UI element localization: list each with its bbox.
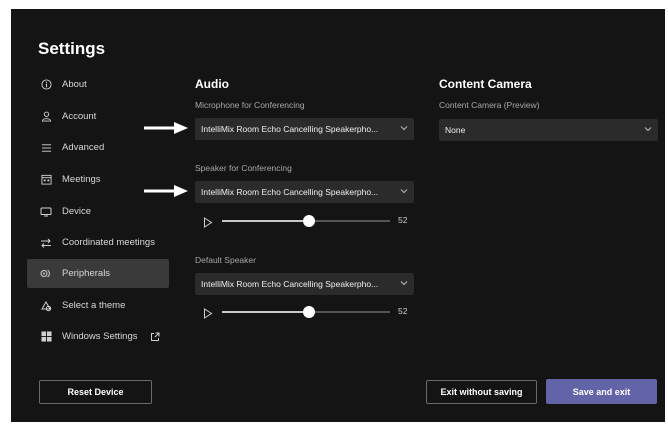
slider-fill [222, 220, 310, 222]
default-speaker-label: Default Speaker [195, 255, 256, 265]
sidebar-item-label: Peripherals [62, 268, 111, 279]
swap-arrows-icon [38, 238, 54, 248]
audio-heading: Audio [195, 77, 229, 91]
play-test-sound-icon[interactable] [203, 215, 213, 233]
slider-thumb[interactable] [303, 215, 316, 227]
default-speaker-volume-row: 52 [203, 304, 418, 320]
sidebar-item-label: About [62, 79, 87, 90]
exit-without-saving-button[interactable]: Exit without saving [426, 380, 537, 404]
info-icon [38, 79, 54, 90]
sidebar-item-coordinated-meetings[interactable]: Coordinated meetings [27, 228, 169, 257]
person-icon [38, 111, 54, 122]
sidebar-item-peripherals[interactable]: Peripherals [27, 259, 169, 288]
sidebar-item-label: Device [62, 206, 92, 217]
content-camera-select-value: None [445, 125, 466, 135]
annotation-arrow-icon [144, 185, 188, 197]
content-camera-select[interactable]: None [439, 119, 658, 141]
sidebar-item-select-theme[interactable]: Select a theme [27, 291, 169, 320]
sidebar-item-about[interactable]: About [27, 70, 169, 99]
chevron-down-icon [644, 125, 652, 135]
save-and-exit-button[interactable]: Save and exit [546, 379, 657, 404]
reset-device-button[interactable]: Reset Device [39, 380, 152, 404]
sidebar-item-label: Coordinated meetings [62, 237, 155, 248]
speaker-volume-row: 52 [203, 213, 418, 229]
slider-thumb[interactable] [303, 306, 316, 318]
speaker-volume-slider[interactable] [222, 215, 390, 227]
external-link-icon [150, 332, 160, 342]
page-title: Settings [38, 39, 106, 58]
monitor-icon [38, 207, 54, 217]
speaker-label: Speaker for Conferencing [195, 163, 292, 173]
microphone-select-value: IntelliMix Room Echo Cancelling Speakerp… [201, 124, 379, 134]
peripherals-icon [38, 268, 54, 279]
settings-window: Settings About Account Advanced Meetings… [11, 9, 665, 422]
microphone-select[interactable]: IntelliMix Room Echo Cancelling Speakerp… [195, 118, 414, 140]
sidebar-item-label: Advanced [62, 142, 105, 153]
content-camera-heading: Content Camera [439, 77, 532, 91]
default-speaker-select-value: IntelliMix Room Echo Cancelling Speakerp… [201, 279, 379, 289]
calendar-icon [38, 174, 54, 185]
sidebar-item-label: Select a theme [62, 300, 126, 311]
speaker-select[interactable]: IntelliMix Room Echo Cancelling Speakerp… [195, 181, 414, 203]
sidebar-item-label: Windows Settings [62, 331, 138, 342]
palette-icon [38, 300, 54, 312]
sidebar-item-advanced[interactable]: Advanced [27, 133, 169, 162]
chevron-down-icon [400, 187, 408, 197]
default-speaker-volume-value: 52 [398, 306, 408, 316]
windows-logo-icon [38, 331, 54, 342]
default-speaker-select[interactable]: IntelliMix Room Echo Cancelling Speakerp… [195, 273, 414, 295]
microphone-label: Microphone for Conferencing [195, 100, 305, 110]
speaker-select-value: IntelliMix Room Echo Cancelling Speakerp… [201, 187, 379, 197]
default-speaker-volume-slider[interactable] [222, 306, 390, 318]
chevron-down-icon [400, 279, 408, 289]
sidebar-item-label: Meetings [62, 174, 101, 185]
sidebar-item-label: Account [62, 111, 97, 122]
sidebar-item-device[interactable]: Device [27, 197, 169, 226]
list-icon [38, 143, 54, 153]
chevron-down-icon [400, 124, 408, 134]
play-test-sound-icon[interactable] [203, 306, 213, 324]
annotation-arrow-icon [144, 122, 188, 134]
content-camera-label: Content Camera (Preview) [439, 100, 540, 110]
sidebar-item-windows-settings[interactable]: Windows Settings [27, 322, 169, 351]
speaker-volume-value: 52 [398, 215, 408, 225]
slider-fill [222, 311, 310, 313]
